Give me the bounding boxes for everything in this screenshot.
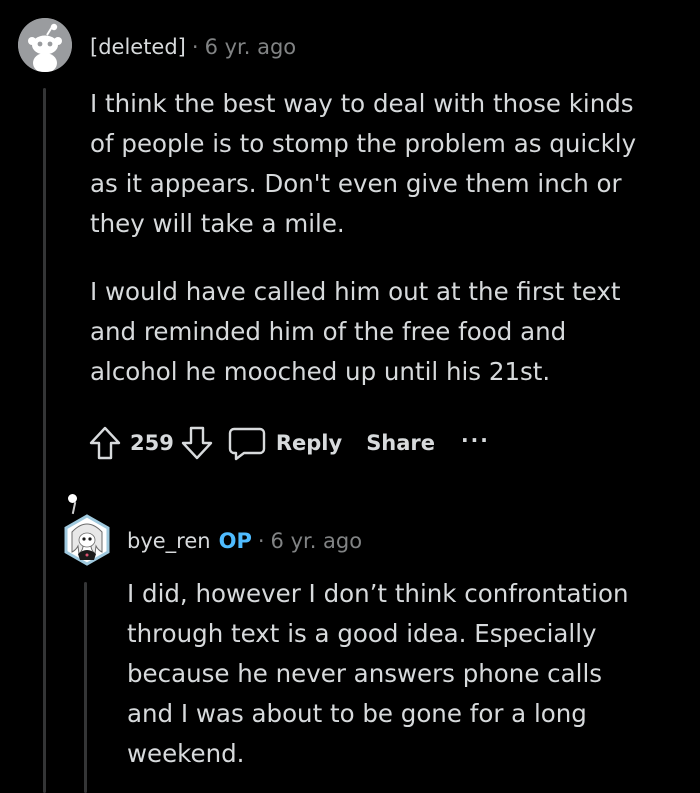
reply-button[interactable]: Reply: [228, 425, 342, 461]
comment-2-line: through text is a good idea. Especially: [127, 619, 597, 648]
comment-1-paragraph: I think the best way to deal with those …: [90, 84, 636, 244]
share-button[interactable]: Share: [366, 431, 435, 455]
comment-1-action-bar: 259 Reply Share ···: [88, 423, 490, 463]
comment-1-timestamp[interactable]: 6 yr. ago: [205, 35, 297, 59]
comment-2-meta: bye_ren OP · 6 yr. ago: [127, 527, 362, 555]
comment-1-line: as it appears. Don't even give them inch…: [90, 169, 622, 198]
comment-1-meta: [deleted] · 6 yr. ago: [90, 33, 296, 61]
comment-1-line: they will take a mile.: [90, 209, 345, 238]
comment-2-author[interactable]: bye_ren: [127, 529, 211, 553]
deleted-user-avatar[interactable]: [18, 18, 72, 72]
snoo-icon: [18, 18, 72, 72]
reply-label: Reply: [275, 431, 343, 455]
meta-separator: ·: [191, 35, 199, 59]
meta-separator: ·: [257, 529, 265, 553]
comment-1-author[interactable]: [deleted]: [90, 35, 186, 59]
comment-2-timestamp[interactable]: 6 yr. ago: [271, 529, 363, 553]
comment-2-line: and I was about to be gone for a long: [127, 699, 587, 728]
downvote-arrow-icon[interactable]: [180, 425, 214, 461]
comment-2-thread-line[interactable]: [84, 582, 87, 793]
comment-1-line: I would have called him out at the first…: [90, 277, 621, 306]
comment-1-line: alcohol he mooched up until his 21st.: [90, 357, 551, 386]
comment-2-body: I did, however I don’t think confrontati…: [127, 574, 628, 774]
speech-bubble-icon: [228, 425, 266, 461]
comment-1-paragraph: I would have called him out at the first…: [90, 272, 636, 392]
comment-1-line: I think the best way to deal with those …: [90, 89, 634, 118]
upvote-arrow-icon[interactable]: [88, 425, 122, 461]
custom-snoo-avatar-icon: [64, 514, 110, 566]
comment-2-line: I did, however I don’t think confrontati…: [127, 579, 629, 608]
comment-2-paragraph: I did, however I don’t think confrontati…: [127, 574, 628, 774]
comment-1-thread-line[interactable]: [43, 88, 46, 793]
op-badge: OP: [218, 529, 252, 553]
comment-1-line: and reminded him of the free food and: [90, 317, 567, 346]
comment-2-line: because he never answers phone calls: [127, 659, 603, 688]
bye-ren-avatar[interactable]: [58, 510, 116, 568]
comment-2-line: weekend.: [127, 739, 245, 768]
comment-1-line: of people is to stomp the problem as qui…: [90, 129, 637, 158]
comment-1-body: I think the best way to deal with those …: [90, 84, 636, 392]
ellipsis-icon[interactable]: ···: [461, 428, 490, 452]
vote-score: 259: [130, 431, 174, 455]
